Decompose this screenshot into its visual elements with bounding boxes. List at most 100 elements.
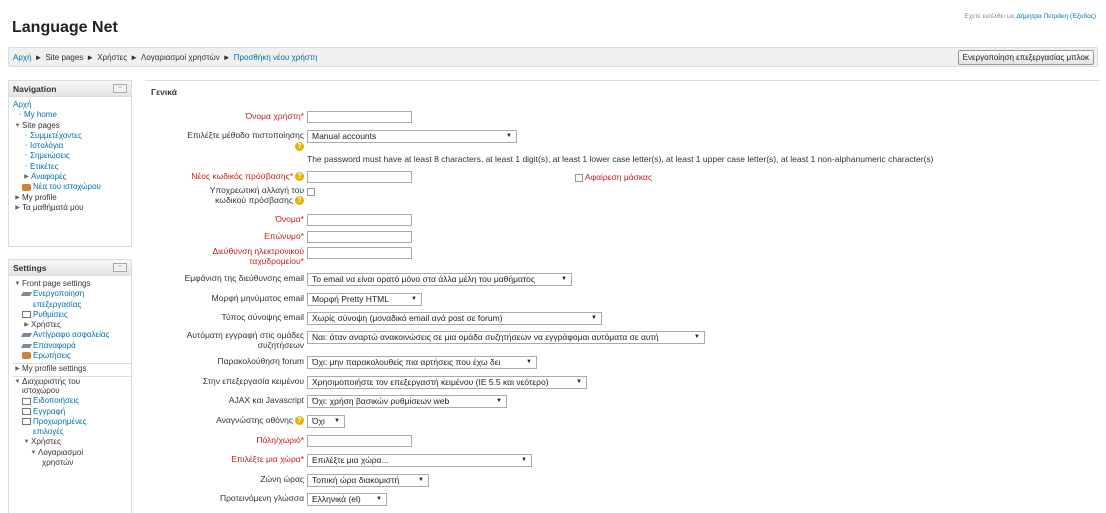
screenreader-select[interactable]: Όχι ▼ — [307, 415, 345, 428]
new-password-input[interactable] — [307, 171, 412, 183]
help-icon[interactable]: ? — [295, 196, 304, 206]
bullet-icon: ▫ — [24, 142, 28, 150]
nav-item-blogs[interactable]: ▫ Ιστολόγια — [13, 141, 131, 151]
settings-user-accounts-cont[interactable]: χρηστών — [13, 458, 131, 468]
lastname-input[interactable] — [307, 231, 412, 243]
chevron-right-icon: ▶ — [24, 322, 29, 329]
firstname-label: Όνομα* — [275, 214, 304, 224]
settings-settings[interactable]: Ρυθμίσεις — [13, 310, 131, 320]
settings-advanced-features[interactable]: Προχωρημένες — [13, 417, 131, 427]
site-title[interactable]: Language Net — [12, 19, 118, 37]
settings-block: Settings ▫▫ ▼ Front page settings Ενεργοπ… — [8, 259, 132, 513]
language-select[interactable]: Ελληνικά (el) ▼ — [307, 493, 387, 506]
dock-block-icon[interactable]: ▫▫ — [113, 263, 127, 272]
help-icon[interactable]: ? — [295, 172, 304, 182]
autosubscribe-select[interactable]: Ναι: όταν αναρτώ ανακοινώσεις σε μια ομά… — [307, 331, 705, 344]
nav-item-tags[interactable]: ▫ Ετικέτες — [13, 162, 131, 172]
settings-users[interactable]: ▶ Χρήστες — [13, 320, 131, 330]
email-display-select[interactable]: Το email να είναι ορατό μόνο στα άλλα μέ… — [307, 273, 572, 286]
navigation-tree: Αρχή ▫ My home ▼ Site pages ▫ Συμμετέχοντες… — [9, 97, 131, 215]
help-icon[interactable]: ? — [295, 416, 304, 426]
chevron-down-icon: ▼ — [14, 122, 21, 129]
nav-item-home[interactable]: Αρχή — [13, 100, 131, 110]
settings-site-admin-cont[interactable]: ιστοχώρου — [13, 386, 131, 396]
firstname-input[interactable] — [307, 214, 412, 226]
password-policy-hint: The password must have at least 8 charac… — [307, 154, 934, 164]
timezone-select[interactable]: Τοπική ώρα διακομιστή ▼ — [307, 474, 429, 487]
breadcrumb-users: Χρήστες — [97, 53, 128, 62]
chevron-down-icon: ▼ — [23, 439, 30, 446]
settings-admin-users[interactable]: ▼ Χρήστες — [13, 437, 131, 447]
dropdown-arrow-icon: ▼ — [411, 296, 417, 302]
new-password-label: Νέος κωδικός πρόσβασης*? — [191, 171, 304, 182]
force-change-checkbox[interactable] — [307, 187, 315, 196]
editor-label: Στην επεξεργασία κειμένου — [202, 376, 304, 386]
nav-item-participants[interactable]: ▫ Συμμετέχοντες — [13, 131, 131, 141]
editor-select[interactable]: Χρησιμοποιήστε τον επεξεργαστή κειμένου … — [307, 376, 587, 389]
chevron-right-icon: ▶ — [15, 366, 20, 373]
chevron-down-icon: ▼ — [30, 449, 37, 456]
country-select[interactable]: Επιλέξτε μια χώρα... ▼ — [307, 454, 532, 467]
ajax-label: AJAX και Javascript — [228, 395, 304, 405]
settings-my-profile[interactable]: ▶ My profile settings — [13, 363, 131, 373]
nav-item-reports[interactable]: ▶ Αναφορές — [13, 172, 131, 182]
city-input[interactable] — [307, 435, 412, 447]
timezone-label: Ζώνη ώρας — [260, 474, 304, 484]
breadcrumb-add-user[interactable]: Προσθήκη νέου χρήστη — [234, 53, 318, 62]
form-section-general: Γενικά — [151, 87, 177, 97]
settings-restore[interactable]: Επαναφορά — [13, 341, 131, 351]
nav-item-site-news[interactable]: Νέα του ιστοχώρου — [13, 182, 131, 192]
news-icon — [22, 183, 31, 191]
breadcrumb-site-pages: Site pages — [45, 53, 84, 62]
login-prefix: Έχετε εισέλθει ως — [963, 13, 1015, 20]
nav-item-site-pages[interactable]: ▼ Site pages — [13, 121, 131, 131]
digest-label: Τύπος σύνοψης email — [221, 312, 304, 322]
nav-item-my-courses[interactable]: ▶ Τα μαθήματά μου — [13, 203, 131, 213]
settings-questions[interactable]: Ερωτήσεις — [13, 351, 131, 361]
language-label: Προτεινόμενη γλώσσα — [219, 493, 304, 503]
unmask-checkbox[interactable] — [575, 173, 583, 182]
force-change-label-2: κωδικού πρόσβασης? — [215, 195, 304, 206]
settings-notifications[interactable]: Ειδοποιήσεις — [13, 396, 131, 406]
settings-turn-editing-on-cont[interactable]: επεξεργασίας — [13, 300, 131, 310]
nav-item-notes[interactable]: ▫ Σημειώσεις — [13, 151, 131, 161]
nav-item-my-home[interactable]: ▫ My home — [13, 110, 131, 120]
dropdown-arrow-icon: ▼ — [334, 418, 340, 424]
email-format-select[interactable]: Μορφή Pretty HTML ▼ — [307, 293, 422, 306]
settings-turn-editing-on[interactable]: Ενεργοποίηση — [13, 289, 131, 299]
tracking-select[interactable]: Όχι: μην παρακολουθείς πια αρτήσεις που … — [307, 356, 537, 369]
settings-registration[interactable]: Εγγραφή — [13, 407, 131, 417]
settings-user-accounts[interactable]: ▼ Λογαριασμοί — [13, 448, 131, 458]
unmask-toggle[interactable]: Αφαίρεση μάσκας — [575, 172, 652, 182]
email-label-2: ταχυδρομείου* — [249, 256, 304, 266]
bullet-icon: ▫ — [24, 152, 28, 160]
auth-select[interactable]: Manual accounts ▼ — [307, 130, 517, 143]
auth-label: Επιλέξτε μέθοδο πιστοποίησης — [187, 130, 304, 140]
turn-editing-on-button[interactable]: Ενεργοποίηση επεξεργασίας μπλοκ — [957, 50, 1094, 65]
username-input[interactable] — [307, 111, 412, 123]
help-icon[interactable]: ? — [295, 142, 304, 152]
settings-front-page[interactable]: ▼ Front page settings — [13, 279, 131, 289]
email-display-label: Εμφάνιση της διεύθυνσης email — [184, 273, 304, 283]
digest-select[interactable]: Χωρίς σύνοψη (μοναδικό email ανά post σε… — [307, 312, 602, 325]
nav-item-my-profile[interactable]: ▶ My profile — [13, 193, 131, 203]
user-profile-link[interactable]: Δήμητρα Πετράκη — [1016, 13, 1068, 20]
settings-block-header: Settings ▫▫ — [9, 260, 131, 276]
add-user-form: Γενικά Όνομα χρήστη* Επιλέξτε μέθοδο πισ… — [145, 80, 1100, 513]
dropdown-arrow-icon: ▼ — [376, 496, 382, 502]
bullet-icon: ▫ — [24, 131, 28, 139]
autosubscribe-label-2: συζητήσεων — [257, 340, 304, 350]
chevron-right-icon: ▶ — [15, 204, 20, 211]
settings-backup[interactable]: Αντίγραφο ασφαλείας — [13, 330, 131, 340]
settings-advanced-features-cont[interactable]: επιλογές — [13, 427, 131, 437]
settings-site-admin[interactable]: ▼ Διαχειριστής του — [13, 375, 131, 386]
dropdown-arrow-icon: ▼ — [591, 315, 597, 321]
breadcrumb-home[interactable]: Αρχή — [13, 53, 32, 62]
dock-block-icon[interactable]: ▫▫ — [113, 84, 127, 93]
ajax-select[interactable]: Όχι: χρήση βασικών ρυθμίσεων web ▼ — [307, 395, 507, 408]
email-input[interactable] — [307, 247, 412, 259]
page-icon — [22, 418, 31, 426]
dropdown-arrow-icon: ▼ — [694, 334, 700, 340]
navigation-block-header: Navigation ▫▫ — [9, 81, 131, 97]
logout-link[interactable]: (Έξοδος) — [1070, 13, 1096, 20]
